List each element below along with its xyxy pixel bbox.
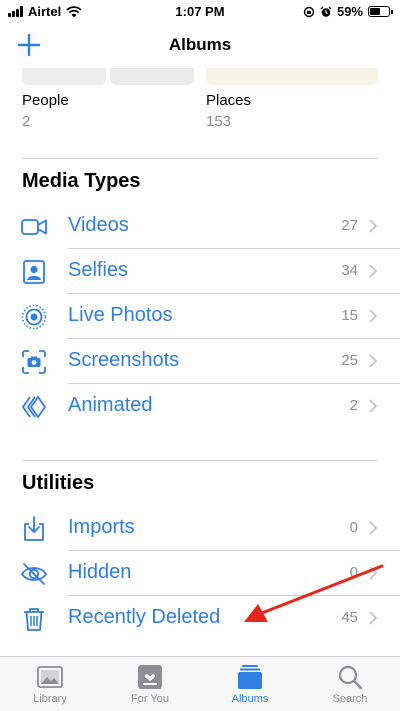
status-right: 59%: [303, 4, 393, 19]
people-thumbnail-right[interactable]: [110, 68, 194, 85]
import-icon: [24, 516, 44, 541]
places-thumbnail[interactable]: [206, 68, 378, 85]
chevron-right-icon: [369, 521, 378, 535]
battery-level-fill: [370, 8, 381, 15]
album-count: 2: [22, 113, 31, 130]
battery-icon: [368, 6, 393, 17]
row-hidden[interactable]: Hidden 0: [0, 551, 400, 596]
chevron-right-icon: [369, 611, 378, 625]
row-imports[interactable]: Imports 0: [0, 506, 400, 551]
row-count: 2: [349, 397, 358, 414]
tab-label: Albums: [231, 693, 269, 705]
row-recently-deleted[interactable]: Recently Deleted 45: [0, 596, 400, 641]
tab-label: For You: [131, 693, 169, 705]
chevron-right-icon: [369, 219, 378, 233]
section-title-media-types: Media Types: [22, 170, 141, 192]
album-count: 153: [206, 113, 232, 130]
orientation-lock-icon: [303, 6, 315, 17]
tab-albums[interactable]: Albums: [200, 661, 300, 711]
album-places[interactable]: Places 153: [206, 92, 251, 130]
tab-search[interactable]: Search: [300, 661, 400, 711]
animated-icon: [22, 396, 46, 418]
albums-icon: [238, 665, 262, 689]
trash-icon: [24, 608, 44, 631]
row-label: Screenshots: [68, 349, 180, 371]
row-label: Imports: [68, 516, 135, 538]
album-name: People: [22, 92, 69, 109]
people-thumbnail-left[interactable]: [22, 68, 106, 85]
chevron-right-icon: [369, 399, 378, 413]
row-label: Live Photos: [68, 304, 173, 326]
row-count: 25: [341, 352, 358, 369]
section-divider: [22, 460, 378, 461]
live-photo-icon: [21, 304, 47, 330]
row-label: Hidden: [68, 561, 132, 583]
chevron-right-icon: [369, 309, 378, 323]
row-label: Animated: [68, 394, 153, 416]
chevron-right-icon: [369, 354, 378, 368]
tab-label: Search: [332, 693, 368, 705]
row-count: 27: [341, 217, 358, 234]
row-count: 45: [341, 609, 358, 626]
album-name: Places: [206, 92, 252, 109]
row-live-photos[interactable]: Live Photos 15: [0, 294, 400, 339]
row-count: 15: [341, 307, 358, 324]
row-animated[interactable]: Animated 2: [0, 384, 400, 429]
row-count: 34: [341, 262, 358, 279]
page-title: Albums: [168, 35, 232, 54]
search-icon: [338, 665, 363, 690]
selfie-icon: [23, 260, 45, 284]
tab-library[interactable]: Library: [0, 661, 100, 711]
chevron-right-icon: [369, 566, 378, 580]
row-label: Videos: [68, 214, 129, 236]
row-selfies[interactable]: Selfies 34: [0, 249, 400, 294]
chevron-right-icon: [369, 264, 378, 278]
album-thumbnails: [22, 68, 378, 85]
row-label: Selfies: [68, 259, 129, 281]
row-videos[interactable]: Videos 27: [0, 204, 400, 249]
library-icon: [37, 666, 63, 688]
status-bar: Airtel 1:07 PM 59%: [0, 0, 400, 24]
album-people[interactable]: People 2: [22, 92, 69, 130]
tab-label: Library: [33, 693, 67, 705]
alarm-icon: [320, 6, 332, 17]
tab-for-you[interactable]: For You: [100, 661, 200, 711]
row-count: 0: [349, 564, 358, 581]
section-title-utilities: Utilities: [22, 472, 95, 494]
row-screenshots[interactable]: Screenshots 25: [0, 339, 400, 384]
battery-percent: 59%: [336, 4, 363, 19]
for-you-icon: [138, 665, 162, 689]
nav-bar: Albums: [0, 26, 400, 66]
screenshot-icon: [22, 350, 46, 374]
hidden-eye-icon: [20, 563, 48, 585]
video-icon: [21, 219, 47, 235]
row-label: Recently Deleted: [68, 606, 221, 628]
tab-bar: Library For You Albums Search: [0, 656, 400, 711]
row-count: 0: [349, 519, 358, 536]
section-divider: [22, 158, 378, 159]
